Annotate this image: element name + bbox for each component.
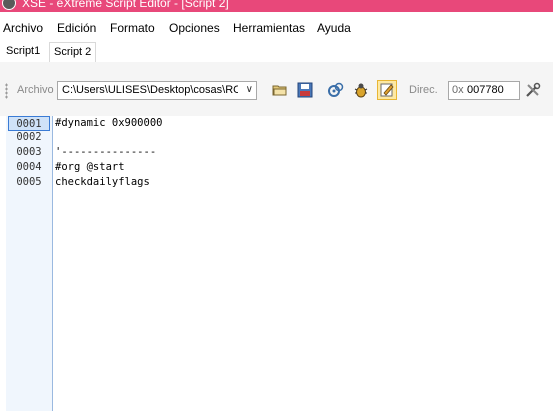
open-folder-icon[interactable]	[271, 81, 289, 99]
line-number: 0002	[16, 131, 42, 143]
menu-edicion[interactable]: Edición	[57, 21, 96, 35]
app-icon	[2, 0, 16, 10]
menu-bar: Archivo Edición Formato Opciones Herrami…	[0, 18, 553, 40]
offset-input[interactable]: 0x 007780	[448, 81, 520, 100]
code-line[interactable]: checkdailyflags	[55, 175, 150, 190]
offset-value: 007780	[467, 84, 504, 96]
line-number: 0003	[16, 146, 42, 158]
menu-archivo[interactable]: Archivo	[3, 21, 43, 35]
code-line[interactable]: #dynamic 0x900000	[55, 116, 162, 131]
tab-bar: Script1 Script 2	[0, 40, 553, 63]
toolbar: Archivo C:\Users\ULISES\Desktop\cosas\RO…	[0, 76, 553, 104]
chevron-down-icon: ∨	[245, 84, 253, 95]
code-line[interactable]: '---------------	[55, 145, 156, 160]
tab-script1[interactable]: Script1	[2, 42, 44, 61]
line-number-current: 0001	[8, 116, 50, 131]
menu-formato[interactable]: Formato	[110, 21, 155, 35]
settings-icon[interactable]	[524, 81, 542, 99]
line-number: 0004	[16, 161, 42, 173]
window-title: XSE - eXtreme Script Editor - [Script 2]	[22, 0, 229, 10]
file-path-select[interactable]: C:\Users\ULISES\Desktop\cosas\ROM ∨	[57, 81, 257, 100]
archivo-label: Archivo	[17, 84, 54, 96]
line-number: 0005	[16, 176, 42, 188]
menu-herramientas[interactable]: Herramientas	[233, 21, 305, 35]
code-line[interactable]: #org @start	[55, 160, 125, 175]
offset-prefix: 0x	[452, 84, 464, 96]
tab-script2[interactable]: Script 2	[49, 42, 97, 63]
menu-ayuda[interactable]: Ayuda	[317, 21, 351, 35]
menu-opciones[interactable]: Opciones	[169, 21, 220, 35]
toolbar-grip-icon[interactable]	[5, 83, 8, 99]
save-icon[interactable]	[296, 81, 314, 99]
edit-icon[interactable]	[377, 80, 397, 100]
line-number-gutter: 0001 0002 0003 0004 0005	[6, 116, 53, 411]
code-editor[interactable]: 0001 0002 0003 0004 0005 #dynamic 0x9000…	[0, 116, 553, 411]
title-bar: XSE - eXtreme Script Editor - [Script 2]	[0, 0, 553, 12]
debug-icon[interactable]	[352, 81, 370, 99]
direc-label: Direc.	[409, 84, 438, 96]
compile-icon[interactable]	[327, 81, 345, 99]
file-path-value: C:\Users\ULISES\Desktop\cosas\ROM	[62, 84, 238, 96]
